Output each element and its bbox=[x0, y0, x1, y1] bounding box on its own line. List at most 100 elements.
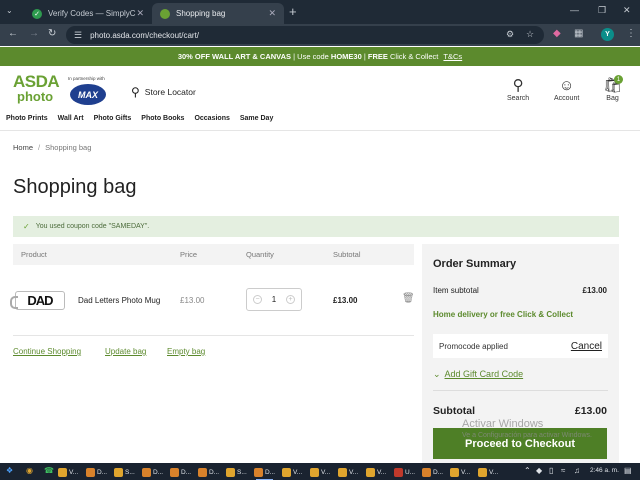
decrease-quantity-icon[interactable]: − bbox=[253, 295, 262, 304]
taskbar-app-label: U... bbox=[405, 468, 416, 476]
restore-icon[interactable]: ❐ bbox=[598, 5, 606, 16]
notifications-icon[interactable]: ▤ bbox=[624, 466, 632, 475]
header-divider bbox=[0, 130, 640, 131]
promo-terms-link[interactable]: T&Cs bbox=[443, 52, 462, 61]
page-title: Shopping bag bbox=[13, 176, 137, 198]
tray-battery-icon[interactable]: ▯ bbox=[549, 466, 553, 475]
tray-volume-icon[interactable]: ♫ bbox=[574, 466, 580, 475]
nav-photo-prints[interactable]: Photo Prints bbox=[6, 115, 48, 122]
search-icon: ⚲ bbox=[512, 77, 524, 94]
windows-start-icon[interactable]: ❖ bbox=[6, 466, 13, 475]
coupon-notice: ✓ You used coupon code "SAMEDAY". bbox=[13, 216, 619, 237]
app-icon bbox=[142, 467, 151, 477]
close-tab-icon[interactable]: ✕ bbox=[136, 8, 144, 19]
taskbar-app-button[interactable]: D... bbox=[198, 466, 219, 478]
minimize-icon[interactable]: — bbox=[570, 5, 579, 15]
product-thumbnail[interactable]: DAD bbox=[10, 291, 65, 310]
app-icon bbox=[170, 467, 179, 477]
nav-photo-gifts[interactable]: Photo Gifts bbox=[94, 115, 132, 122]
taskbar-app-button[interactable]: V... bbox=[310, 466, 330, 478]
search-label: Search bbox=[507, 95, 530, 102]
quantity-value[interactable]: 1 bbox=[272, 295, 276, 304]
taskbar-app-button[interactable]: D... bbox=[142, 466, 163, 478]
nav-occasions[interactable]: Occasions bbox=[194, 115, 229, 122]
taskbar-clock[interactable]: 2:46 a. m. bbox=[590, 467, 619, 474]
windows-taskbar: ❖ ◉ ☎ V... D... S... D... D... D... S... D... V.… bbox=[0, 463, 640, 480]
site-info-icon[interactable]: ☰ bbox=[74, 30, 82, 41]
address-bar[interactable]: ☰ photo.asda.com/checkout/cart/ ⚙ ☆ bbox=[66, 26, 544, 44]
back-icon[interactable]: ← bbox=[8, 28, 18, 39]
extension-icon[interactable]: ◆ bbox=[553, 28, 561, 39]
whatsapp-icon[interactable]: ☎ bbox=[44, 466, 54, 475]
app-icon bbox=[450, 467, 459, 477]
promo-code: HOME30 bbox=[330, 52, 362, 61]
update-bag-link[interactable]: Update bag bbox=[105, 347, 146, 356]
tab-shopping-bag[interactable]: Shopping bag ✕ bbox=[152, 3, 284, 24]
tab-search-icon[interactable]: ⌄ bbox=[6, 6, 13, 15]
promo-collect: Click & Collect bbox=[387, 52, 441, 61]
gift-card-toggle[interactable]: ⌄ Add Gift Card Code bbox=[433, 369, 523, 380]
tab-title: Verify Codes — SimplyCodes bbox=[48, 9, 136, 18]
app-icon bbox=[310, 467, 319, 477]
product-name[interactable]: Dad Letters Photo Mug bbox=[78, 296, 160, 305]
tab-verify-codes[interactable]: ✓ Verify Codes — SimplyCodes ✕ bbox=[24, 3, 152, 24]
profile-avatar[interactable]: Y bbox=[601, 28, 614, 41]
increase-quantity-icon[interactable]: + bbox=[285, 295, 295, 304]
empty-bag-link[interactable]: Empty bag bbox=[167, 347, 205, 356]
taskbar-app-button[interactable]: V... bbox=[282, 466, 302, 478]
taskbar-app-button[interactable]: V... bbox=[366, 466, 386, 478]
account-button[interactable]: ☺ Account bbox=[554, 77, 579, 102]
store-locator-link[interactable]: ⚲ Store Locator bbox=[131, 85, 196, 99]
nav-same-day[interactable]: Same Day bbox=[240, 115, 273, 122]
close-window-icon[interactable]: ✕ bbox=[623, 5, 631, 16]
url-text: photo.asda.com/checkout/cart/ bbox=[90, 30, 200, 40]
watermark-subtitle: Ve a Configuración para activar Windows. bbox=[462, 432, 592, 439]
delivery-text: Home delivery or free Click & Collect bbox=[433, 310, 574, 319]
tray-chevron-up-icon[interactable]: ⌃ bbox=[524, 466, 531, 475]
app-icon bbox=[366, 467, 375, 477]
taskbar-app-label: V... bbox=[69, 468, 79, 476]
taskbar-app-label: S... bbox=[237, 468, 247, 476]
app-icon bbox=[282, 467, 291, 477]
nav-wall-art[interactable]: Wall Art bbox=[58, 115, 84, 122]
taskbar-app-button[interactable]: D... bbox=[254, 466, 275, 480]
taskbar-app-label: S... bbox=[125, 468, 135, 476]
tray-wifi-icon[interactable]: ≈ bbox=[561, 466, 565, 475]
new-tab-icon[interactable]: + bbox=[289, 4, 297, 19]
taskbar-app-button[interactable]: U... bbox=[394, 466, 415, 478]
subtotal-label: Subtotal bbox=[433, 405, 475, 417]
translate-icon[interactable]: ⚙ bbox=[506, 29, 514, 40]
tray-shield-icon[interactable]: ◆ bbox=[536, 466, 542, 475]
menu-kebab-icon[interactable]: ⋮ bbox=[626, 28, 636, 39]
app-icon bbox=[114, 467, 123, 477]
close-tab-icon[interactable]: ✕ bbox=[268, 8, 276, 19]
taskbar-app-button[interactable]: V... bbox=[450, 466, 470, 478]
max-partner-logo: MAX bbox=[70, 84, 106, 105]
continue-shopping-link[interactable]: Continue Shopping bbox=[13, 347, 81, 356]
summary-divider bbox=[433, 390, 608, 391]
delete-item-icon[interactable]: 🗑 bbox=[402, 293, 415, 304]
asda-photo-logo[interactable]: ASDA photo bbox=[13, 73, 63, 104]
nav-photo-books[interactable]: Photo Books bbox=[141, 115, 184, 122]
taskbar-app-button[interactable]: S... bbox=[114, 466, 135, 478]
taskbar-app-button[interactable]: V... bbox=[478, 466, 498, 478]
taskbar-app-button[interactable]: D... bbox=[422, 466, 443, 478]
extensions-puzzle-icon[interactable]: ▦ bbox=[574, 28, 583, 39]
reload-icon[interactable]: ↻ bbox=[48, 28, 56, 39]
taskbar-app-label: V... bbox=[489, 468, 499, 476]
logo-photo: photo bbox=[17, 89, 54, 104]
chrome-icon[interactable]: ◉ bbox=[26, 466, 33, 475]
taskbar-app-button[interactable]: S... bbox=[226, 466, 247, 478]
taskbar-app-button[interactable]: V... bbox=[338, 466, 358, 478]
bookmark-star-icon[interactable]: ☆ bbox=[526, 29, 534, 40]
taskbar-app-button[interactable]: D... bbox=[170, 466, 191, 478]
taskbar-app-button[interactable]: V... bbox=[58, 466, 78, 478]
breadcrumb-home[interactable]: Home bbox=[13, 143, 33, 152]
promocode-box: Promocode applied Cancel bbox=[433, 334, 608, 358]
app-icon bbox=[422, 467, 431, 477]
taskbar-app-button[interactable]: D... bbox=[86, 466, 107, 478]
search-button[interactable]: ⚲ Search bbox=[507, 77, 529, 102]
cancel-promocode-link[interactable]: Cancel bbox=[571, 341, 602, 352]
breadcrumb-current: Shopping bag bbox=[45, 143, 92, 152]
forward-icon[interactable]: → bbox=[29, 28, 39, 39]
